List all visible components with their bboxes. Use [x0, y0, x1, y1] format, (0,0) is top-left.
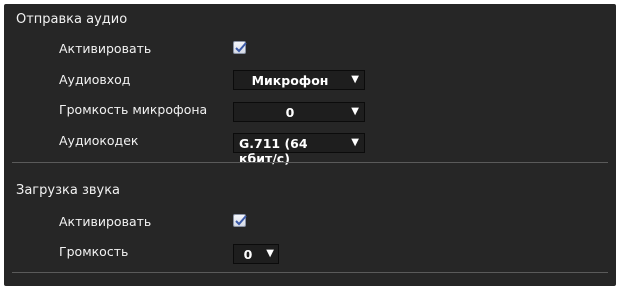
checkmark-icon — [235, 42, 247, 53]
mic-volume-label: Громкость микрофона — [59, 102, 208, 117]
volume-value: 0 — [243, 247, 253, 262]
audio-send-enable-checkbox[interactable] — [233, 41, 247, 54]
mic-volume-value: 0 — [285, 105, 295, 120]
audio-send-section-title: Отправка аудио — [16, 12, 128, 27]
audio-upload-section-title: Загрузка звука — [16, 183, 121, 198]
volume-select[interactable]: 0 ▼ — [233, 244, 279, 264]
bottom-divider — [12, 272, 608, 273]
audio-upload-enable-label: Активировать — [59, 214, 152, 229]
audio-codec-label: Аудиокодек — [59, 133, 139, 148]
audio-send-enable-label: Активировать — [59, 41, 152, 56]
audio-input-value: Микрофон — [251, 73, 329, 88]
audio-input-select[interactable]: Микрофон ▼ — [233, 70, 365, 90]
section-divider — [12, 162, 608, 163]
triangle-down-icon: ▼ — [351, 74, 359, 85]
mic-volume-select[interactable]: 0 ▼ — [233, 102, 365, 122]
checkmark-icon — [235, 215, 247, 226]
audio-input-label: Аудиовход — [59, 72, 131, 87]
audio-codec-select[interactable]: G.711 (64 кбит/с) ▼ — [233, 133, 365, 166]
triangle-down-icon: ▼ — [351, 106, 359, 117]
triangle-down-icon: ▼ — [266, 248, 274, 259]
volume-label: Громкость — [59, 244, 129, 259]
audio-upload-enable-checkbox[interactable] — [233, 214, 247, 227]
triangle-down-icon: ▼ — [351, 137, 359, 148]
audio-settings-panel: Отправка аудио Активировать Аудиовход Ми… — [4, 4, 616, 286]
